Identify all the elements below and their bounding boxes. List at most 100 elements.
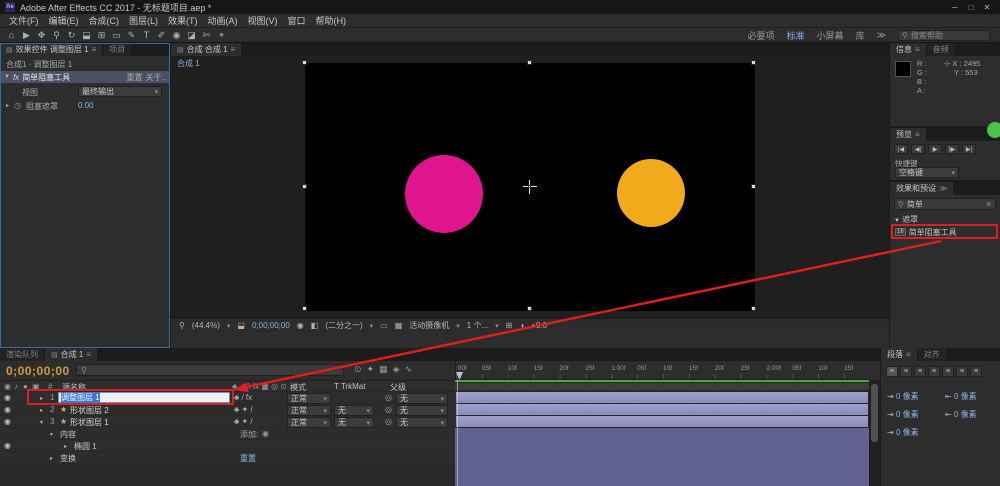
indent-right-value[interactable]: 0 像素 — [954, 392, 977, 401]
expander-icon[interactable]: ▸ — [64, 443, 67, 450]
safe-guides-icon[interactable]: ⬓ — [237, 321, 245, 330]
indent-left-value[interactable]: 0 像素 — [896, 392, 919, 401]
selection-handle[interactable] — [302, 60, 307, 65]
selection-handle[interactable] — [751, 184, 756, 189]
indent-left-field[interactable]: ⇥ 0 像素 — [887, 391, 919, 402]
tab-composition[interactable]: ▤ 合成 合成 1 ≡ — [171, 43, 242, 56]
expander-icon[interactable]: ▼ — [4, 74, 10, 80]
clear-search-icon[interactable]: ✕ — [985, 200, 992, 209]
contents-label[interactable]: 内容 — [60, 429, 76, 440]
expander-icon[interactable]: ▸ — [50, 455, 53, 462]
help-search-field[interactable]: ⚲ 搜索帮助 — [898, 29, 990, 41]
layer-switches[interactable]: ♣ / fx — [234, 393, 252, 402]
minimize-button[interactable]: ─ — [947, 3, 963, 12]
justify-last-center-button[interactable]: ≡ — [942, 366, 954, 377]
parent-pickwhip-icon[interactable]: ◎ — [385, 393, 392, 402]
effect-header-row[interactable]: ▼ fx 简单阻塞工具 重置 关于.. — [0, 71, 170, 83]
panel-menu-icon[interactable]: ≡ — [915, 45, 920, 54]
layer-name[interactable]: 形状图层 2 — [70, 405, 109, 416]
clone-stamp-tool-icon[interactable]: ◉ — [169, 30, 184, 41]
shy-layers-icon[interactable]: ▦ — [379, 364, 388, 375]
orange-ellipse-layer[interactable] — [617, 159, 685, 227]
selection-handle[interactable] — [527, 60, 532, 65]
justify-all-button[interactable]: ≡ — [970, 366, 982, 377]
comp-chip[interactable]: 合成 1 — [177, 58, 200, 69]
justify-last-left-button[interactable]: ≡ — [928, 366, 940, 377]
selection-handle[interactable] — [527, 306, 532, 311]
align-left-button[interactable]: ≡ — [886, 366, 898, 377]
about-link[interactable]: 关于.. — [146, 72, 166, 83]
visibility-eye-icon[interactable]: ◉ — [4, 393, 11, 402]
tab-preview[interactable]: 预览 ≡ — [890, 128, 926, 141]
space-after-value[interactable]: 0 像素 — [954, 410, 977, 419]
hand-tool-icon[interactable]: ✥ — [34, 30, 49, 41]
parent-dropdown[interactable]: 无 ▾ — [396, 417, 448, 428]
layer-switches[interactable]: ♣ ✦ / — [234, 417, 253, 426]
trkmat-dropdown[interactable]: 无 ▾ — [334, 405, 374, 416]
zoom-level[interactable]: (44.4%) — [192, 321, 220, 330]
roto-brush-tool-icon[interactable]: ✄ — [199, 30, 214, 41]
layer-list-empty-area[interactable] — [0, 464, 455, 486]
anchor-point[interactable] — [523, 180, 537, 194]
play-button[interactable]: ▶ — [928, 144, 942, 154]
menu-item-edit[interactable]: 编辑(E) — [44, 14, 84, 27]
menu-item-animation[interactable]: 动画(A) — [203, 14, 243, 27]
space-before-value[interactable]: 0 像素 — [896, 428, 919, 437]
playhead-line[interactable] — [457, 380, 458, 486]
pixel-aspect-icon[interactable]: ⊞ — [506, 321, 513, 330]
align-right-button[interactable]: ≡ — [914, 366, 926, 377]
panel-menu-icon[interactable]: ≡ — [92, 45, 97, 54]
expander-icon[interactable]: ▾ — [40, 419, 43, 426]
camera-tool-icon[interactable]: ⬓ — [79, 30, 94, 41]
menu-item-help[interactable]: 帮助(H) — [311, 14, 352, 27]
add-icon[interactable]: ◉ — [262, 429, 269, 438]
tab-audio[interactable]: 音频 — [926, 43, 955, 56]
expander-icon[interactable]: ▾ — [50, 431, 53, 438]
visibility-eye-icon[interactable]: ◉ — [4, 405, 11, 414]
panel-more-icon[interactable]: ≫ — [939, 184, 947, 193]
tab-project[interactable]: 项目 — [103, 43, 132, 56]
exposure-value[interactable]: +0.0 — [531, 321, 547, 330]
viewer-timecode[interactable]: 0;00;00;00 — [252, 321, 290, 330]
selection-handle[interactable] — [751, 60, 756, 65]
expander-icon[interactable]: ▸ — [6, 102, 9, 109]
zoom-icon[interactable]: ⚲ — [179, 321, 185, 330]
selection-handle[interactable] — [302, 184, 307, 189]
home-icon[interactable]: ⌂ — [4, 30, 19, 40]
space-before-field[interactable]: ⇥ 0 像素 — [887, 427, 919, 438]
tab-align[interactable]: 对齐 — [917, 348, 946, 361]
parent-dropdown[interactable]: 无 ▾ — [396, 405, 448, 416]
graph-editor-icon[interactable]: ∿ — [405, 364, 413, 375]
layer-bar-3[interactable] — [456, 416, 868, 427]
time-ruler[interactable]: :00f 05f 10f 15f 20f 25f 1:00f 05f 10f 15f 20f 25… — [455, 361, 870, 380]
menu-item-view[interactable]: 视图(V) — [243, 14, 283, 27]
space-after-field[interactable]: ⇤ 0 像素 — [945, 409, 977, 420]
panel-menu-icon[interactable]: ≡ — [86, 350, 91, 359]
menu-item-layer[interactable]: 图层(L) — [124, 14, 163, 27]
layer-name[interactable]: 形状图层 1 — [70, 417, 109, 428]
workspace-more-icon[interactable]: ≫ — [871, 30, 892, 41]
snapshot-icon[interactable]: ◉ — [297, 321, 304, 330]
workspace-libraries[interactable]: 库 — [850, 29, 871, 42]
selection-handle[interactable] — [751, 306, 756, 311]
timeline-search-field[interactable]: ⚲ — [76, 364, 344, 376]
shape-tool-icon[interactable]: ▭ — [109, 30, 124, 41]
align-center-button[interactable]: ≡ — [900, 366, 912, 377]
reset-link[interactable]: 重置 — [127, 72, 143, 83]
trkmat-column-label[interactable]: T TrkMat — [334, 382, 365, 391]
add-label[interactable]: 添加: — [240, 429, 258, 440]
property-row-ellipse[interactable]: ◉ ▸ 椭圆 1 — [0, 440, 455, 452]
timeline-vertical-scrollbar[interactable] — [869, 380, 880, 486]
maximize-button[interactable]: □ — [963, 3, 979, 12]
next-frame-button[interactable]: |▶ — [945, 144, 959, 154]
tab-info[interactable]: 信息 ≡ — [890, 43, 926, 56]
workspace-standard[interactable]: 标准 — [781, 29, 811, 42]
mini-flowchart-icon[interactable]: ⊙ — [354, 364, 362, 375]
transform-reset-link[interactable]: 重置 — [240, 453, 256, 464]
roi-icon[interactable]: ▭ — [380, 321, 388, 330]
ellipse-group-label[interactable]: 椭圆 1 — [74, 441, 97, 452]
property-row-contents[interactable]: ▾ 内容 添加: ◉ — [0, 428, 455, 440]
work-area-bar[interactable] — [455, 383, 869, 390]
rotation-tool-icon[interactable]: ↻ — [64, 30, 79, 41]
indent-right-field[interactable]: ⇤ 0 像素 — [945, 391, 977, 402]
